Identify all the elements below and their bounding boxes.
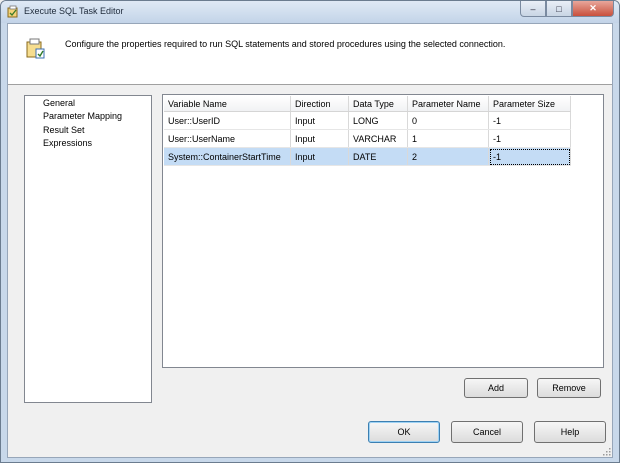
cell-parameter-size[interactable]: -1 <box>488 111 571 130</box>
cell-parameter-name[interactable]: 1 <box>407 129 489 148</box>
column-header-data-type[interactable]: Data Type <box>348 96 408 112</box>
cancel-button[interactable]: Cancel <box>451 421 523 443</box>
table-row[interactable]: User::UserName Input VARCHAR 1 -1 <box>164 129 571 148</box>
cell-direction[interactable]: Input <box>290 111 349 130</box>
cell-data-type[interactable]: DATE <box>348 147 408 166</box>
dialog-window: Execute SQL Task Editor – □ ✕ Configure … <box>0 0 620 463</box>
dialog-client-area: Configure the properties required to run… <box>7 23 613 458</box>
cell-variable-name[interactable]: System::ContainerStartTime <box>164 147 291 166</box>
window-title: Execute SQL Task Editor <box>24 6 124 16</box>
add-button-label: Add <box>487 383 504 393</box>
cell-direction[interactable]: Input <box>290 129 349 148</box>
grid-header-row: Variable Name Direction Data Type Parame… <box>164 96 571 112</box>
help-button-label: Help <box>560 427 580 437</box>
maximize-icon: □ <box>556 3 562 14</box>
ok-button[interactable]: OK <box>368 421 440 443</box>
table-row[interactable]: User::UserID Input LONG 0 -1 <box>164 111 571 130</box>
cell-data-type[interactable]: VARCHAR <box>348 129 408 148</box>
cell-direction[interactable]: Input <box>290 147 349 166</box>
task-icon <box>7 5 18 18</box>
header-description: Configure the properties required to run… <box>65 39 506 49</box>
nav-item-parameter-mapping[interactable]: Parameter Mapping <box>43 111 122 121</box>
nav-item-expressions[interactable]: Expressions <box>43 138 92 148</box>
cell-parameter-name[interactable]: 2 <box>407 147 489 166</box>
cell-variable-name[interactable]: User::UserName <box>164 129 291 148</box>
cancel-button-label: Cancel <box>472 427 501 437</box>
title-bar[interactable]: Execute SQL Task Editor – □ ✕ <box>1 1 619 23</box>
page-navigation-list: General Parameter Mapping Result Set Exp… <box>24 95 152 403</box>
parameter-mapping-grid: Variable Name Direction Data Type Parame… <box>162 94 604 368</box>
table-row-selected[interactable]: System::ContainerStartTime Input DATE 2 … <box>164 147 571 166</box>
add-button[interactable]: Add <box>464 378 528 398</box>
header-panel: Configure the properties required to run… <box>8 24 612 84</box>
column-header-variable-name[interactable]: Variable Name <box>164 96 291 112</box>
header-divider <box>8 84 612 85</box>
cell-data-type[interactable]: LONG <box>348 111 408 130</box>
column-header-parameter-name[interactable]: Parameter Name <box>407 96 489 112</box>
close-icon: ✕ <box>589 3 597 13</box>
caption-buttons: – □ ✕ <box>520 1 614 17</box>
column-header-parameter-size[interactable]: Parameter Size <box>488 96 571 112</box>
minimize-button[interactable]: – <box>520 1 546 17</box>
cell-variable-name[interactable]: User::UserID <box>164 111 291 130</box>
help-button[interactable]: Help <box>534 421 606 443</box>
maximize-button[interactable]: □ <box>546 1 572 17</box>
cell-parameter-size[interactable]: -1 <box>488 129 571 148</box>
remove-button[interactable]: Remove <box>537 378 601 398</box>
nav-item-result-set[interactable]: Result Set <box>43 125 85 135</box>
task-settings-icon <box>26 38 45 59</box>
cell-parameter-size[interactable]: -1 <box>488 147 571 166</box>
minimize-icon: – <box>530 3 536 14</box>
close-button[interactable]: ✕ <box>572 1 614 17</box>
cell-parameter-name[interactable]: 0 <box>407 111 489 130</box>
parameter-table: Variable Name Direction Data Type Parame… <box>164 96 571 166</box>
ok-button-label: OK <box>397 427 411 437</box>
column-header-direction[interactable]: Direction <box>290 96 349 112</box>
resize-grip-icon[interactable] <box>601 446 611 456</box>
nav-item-general[interactable]: General <box>43 98 75 108</box>
remove-button-label: Remove <box>552 383 586 393</box>
